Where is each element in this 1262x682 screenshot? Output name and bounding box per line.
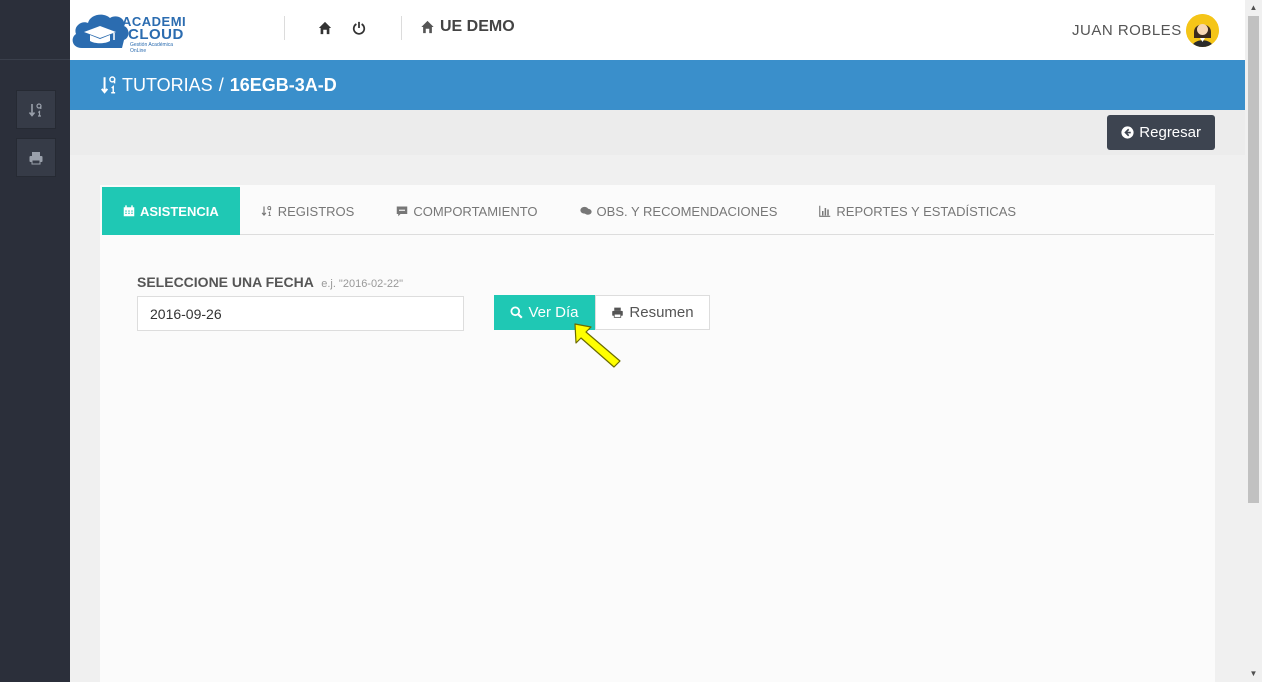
summary-label: Resumen [629,304,694,321]
date-input[interactable] [137,296,464,331]
back-button-label: Regresar [1139,124,1201,141]
school-name: UE DEMO [440,18,515,35]
tab-comportamiento[interactable]: COMPORTAMIENTO [375,187,558,235]
tab-observaciones[interactable]: OBS. Y RECOMENDACIONES [559,187,799,235]
header-divider [401,16,402,40]
tab-label: COMPORTAMIENTO [413,203,538,219]
sort-numeric-icon [261,206,271,217]
back-button[interactable]: Regresar [1107,115,1215,150]
academicloud-logo[interactable]: ACADEMI CLOUD Gestión Académica OnLine [70,8,190,54]
scroll-down-icon[interactable]: ▼ [1249,669,1258,678]
search-icon [510,306,524,319]
bar-chart-icon [819,205,831,217]
date-label-text: SELECCIONE UNA FECHA [137,274,314,290]
print-icon [29,151,43,164]
logout-button[interactable] [350,19,368,37]
date-field-label: SELECCIONE UNA FECHA e.j. "2016-02-22" [137,274,403,290]
view-day-label: Ver Día [528,304,579,321]
user-avatar-icon [1186,14,1219,47]
date-hint: e.j. "2016-02-22" [321,278,404,290]
tab-registros[interactable]: REGISTROS [240,187,376,235]
print-icon [612,307,624,318]
house-icon [421,20,434,34]
tab-bar: ASISTENCIA REGISTROS COMPORTAMIENTO OBS.… [102,187,1214,235]
arrow-circle-left-icon [1121,126,1134,139]
comments-icon [579,206,592,215]
header-divider [284,16,285,40]
home-icon [318,21,332,35]
avatar[interactable] [1186,14,1219,47]
user-name[interactable]: JUAN ROBLES [1072,22,1182,39]
scroll-thumb[interactable] [1248,16,1259,503]
page-title-bar: TUTORIAS / 16EGB-3A-D [70,60,1245,110]
sidebar [0,0,70,682]
logo-tagline: Gestión Académica OnLine [130,42,174,54]
sidebar-top [0,0,70,60]
sidebar-print-button[interactable] [16,138,56,177]
action-bar: Regresar [70,110,1245,155]
sort-numeric-icon [28,102,42,117]
tab-label: ASISTENCIA [140,203,219,219]
tab-label: REGISTROS [277,203,355,219]
title-section: TUTORIAS [122,74,213,95]
top-header: ACADEMI CLOUD Gestión Académica OnLine U… [70,0,1245,60]
logo-text-cloud: CLOUD [128,26,184,43]
sort-numeric-icon [101,76,116,94]
pointer-arrow-icon [574,323,621,368]
calendar-icon [123,205,135,217]
power-icon [352,21,366,35]
home-button[interactable] [316,19,334,37]
main-panel: ASISTENCIA REGISTROS COMPORTAMIENTO OBS.… [100,185,1215,682]
tab-reportes[interactable]: REPORTES Y ESTADÍSTICAS [798,187,1037,235]
title-group: 16EGB-3A-D [229,74,337,95]
tab-asistencia[interactable]: ASISTENCIA [102,187,240,235]
sidebar-sort-button[interactable] [16,90,56,129]
tab-label: REPORTES Y ESTADÍSTICAS [836,203,1017,219]
comment-icon [397,206,408,217]
school-link[interactable]: UE DEMO [420,18,515,36]
scroll-up-icon[interactable]: ▲ [1249,3,1258,12]
tab-label: OBS. Y RECOMENDACIONES [596,203,778,219]
title-separator: / [218,74,224,95]
vertical-scrollbar[interactable]: ▲ ▼ [1245,0,1262,682]
